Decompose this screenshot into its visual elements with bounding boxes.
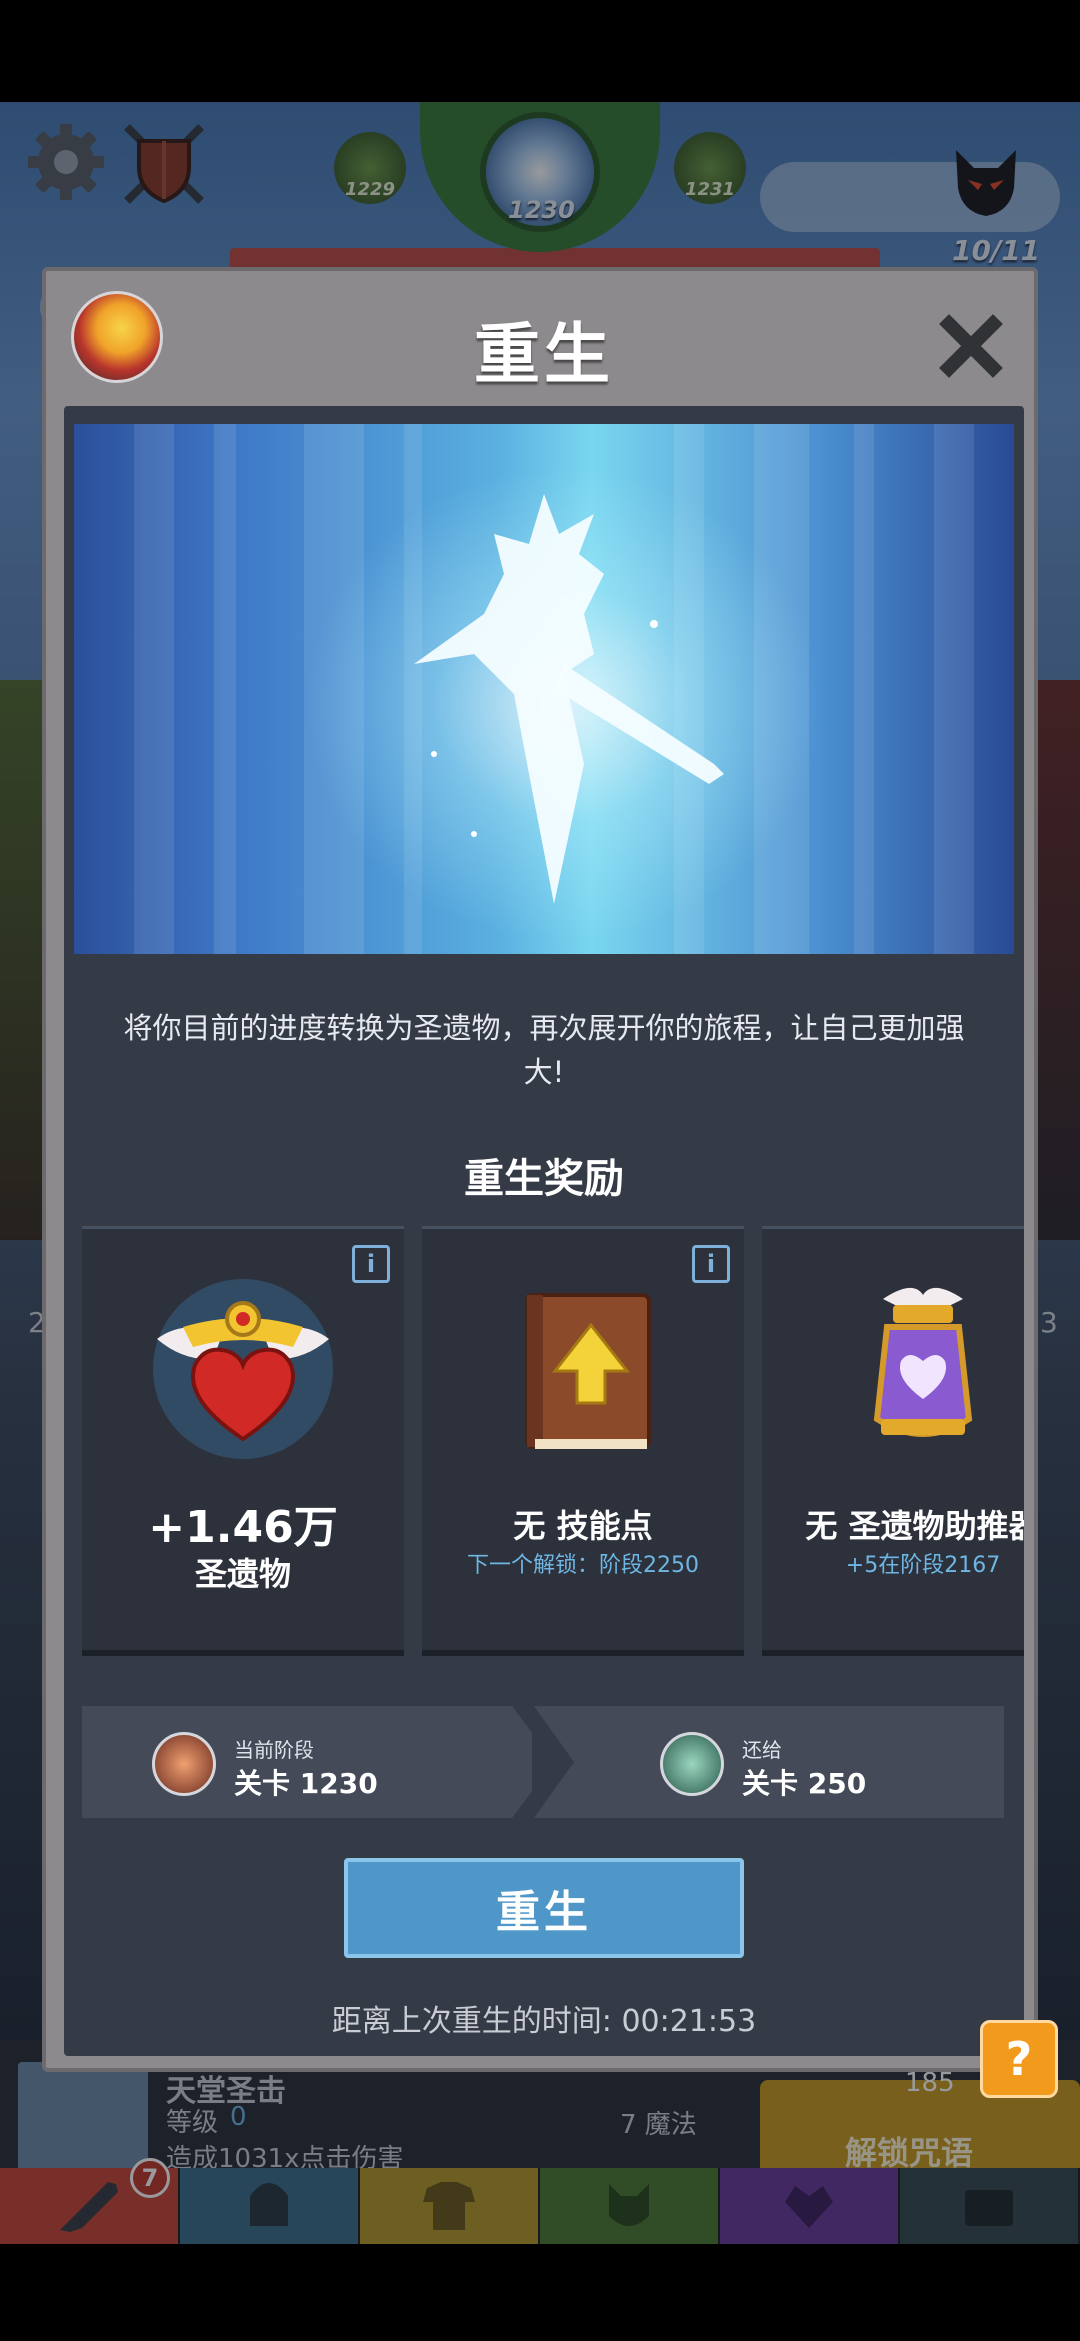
info-button[interactable]: i <box>352 1245 390 1283</box>
return-stage-icon <box>660 1732 724 1796</box>
reward-value: 无 圣遗物助推器 <box>805 1507 1024 1545</box>
hero-silhouette-icon <box>414 494 724 904</box>
return-stage-caption: 还给 <box>742 1738 782 1762</box>
reward-label: 圣遗物 <box>194 1555 291 1593</box>
modal-title: 重生 <box>474 316 614 393</box>
rebirth-banner-image <box>74 424 1014 954</box>
game-screen: 1230 1229 1231 10/11 2 3 天堂圣击 等级 0 造成103… <box>0 0 1080 2341</box>
relic-booster-icon <box>823 1269 1023 1469</box>
rebirth-button[interactable]: 重生 <box>344 1858 744 1958</box>
time-since-rebirth: 距离上次重生的时间: 00:21:53 <box>331 2004 757 2039</box>
current-stage-value: 关卡 1230 <box>234 1767 378 1800</box>
reward-note: 下一个解锁：阶段2250 <box>467 1553 699 1578</box>
return-stage-value: 关卡 250 <box>742 1767 867 1800</box>
close-icon <box>939 314 1003 378</box>
reward-value: 无 技能点 <box>513 1507 653 1545</box>
current-stage-icon <box>152 1732 216 1796</box>
rebirth-description: 将你目前的进度转换为圣遗物，再次展开你的旅程，让自己更加强大! <box>123 1011 965 1089</box>
skill-book-icon <box>483 1269 683 1469</box>
reward-card-skill-points: i 无 技能点 下一个解锁：阶段2250 <box>422 1226 744 1656</box>
rewards-title: 重生奖励 <box>464 1156 624 1202</box>
rewards-list: i +1.46万 圣遗物 i 无 技能点 下一个解锁：阶段2250 无 圣遗物助… <box>82 1226 1024 1656</box>
heart-relic-icon <box>143 1269 343 1469</box>
reward-card-relics: i +1.46万 圣遗物 <box>82 1226 404 1656</box>
reward-card-relic-booster: 无 圣遗物助推器 +5在阶段2167 <box>762 1226 1024 1656</box>
current-stage-caption: 当前阶段 <box>234 1738 314 1762</box>
rebirth-modal: 重生 将你目前的进度转换为圣遗物，再次展开你的旅程，让自己更加强大! 重生奖励 … <box>42 267 1038 2072</box>
modal-body: 将你目前的进度转换为圣遗物，再次展开你的旅程，让自己更加强大! 重生奖励 i +… <box>64 406 1024 2056</box>
stage-transfer-bar: 当前阶段 关卡 1230 还给 关卡 250 <box>82 1706 1004 1818</box>
reward-value: +1.46万 <box>148 1502 338 1553</box>
reward-note: +5在阶段2167 <box>845 1553 1001 1578</box>
help-button[interactable]: ? <box>980 2020 1058 2098</box>
close-button[interactable] <box>936 311 1006 381</box>
info-button[interactable]: i <box>692 1245 730 1283</box>
